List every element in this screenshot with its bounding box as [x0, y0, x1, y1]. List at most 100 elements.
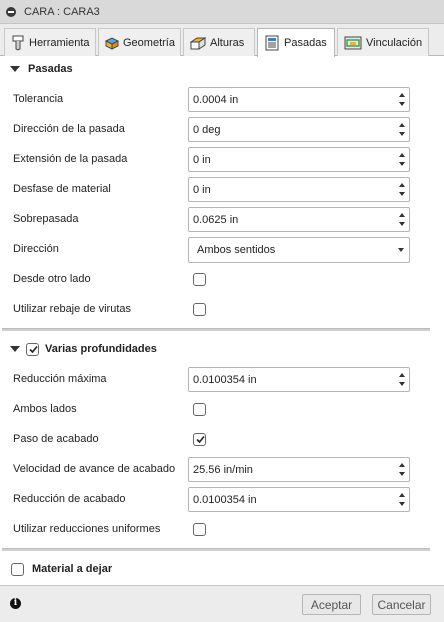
row-tolerancia: Tolerancia	[0, 85, 444, 115]
spin-up-icon[interactable]	[399, 153, 405, 157]
row-rebaje-virutas: Utilizar rebaje de virutas	[0, 295, 444, 325]
accept-button[interactable]: Aceptar	[302, 594, 361, 615]
group-title: Material a dejar	[32, 563, 113, 575]
ambos-lados-label: Ambos lados	[13, 403, 77, 415]
spinner-arrows[interactable]	[395, 148, 409, 171]
tab-label: Geometría	[123, 36, 175, 49]
reducciones-uniformes-label: Utilizar reducciones uniformes	[13, 523, 161, 535]
tab-label: Pasadas	[284, 37, 327, 49]
reduccion-acabado-input[interactable]	[193, 492, 391, 508]
spin-up-icon[interactable]	[399, 493, 405, 497]
row-paso-acabado: Paso de acabado	[0, 425, 444, 455]
row-desfase-material: Desfase de material	[0, 175, 444, 205]
spin-down-icon[interactable]	[399, 472, 405, 476]
expand-arrow-icon[interactable]	[10, 66, 20, 72]
row-extension-pasada: Extensión de la pasada	[0, 145, 444, 175]
reduccion-maxima-label: Reducción máxima	[13, 373, 107, 385]
tab-geometria[interactable]: Geometría	[98, 28, 181, 56]
tolerancia-input[interactable]	[193, 92, 391, 108]
chevron-down-icon[interactable]	[398, 248, 404, 252]
spinner-arrows[interactable]	[395, 178, 409, 201]
spinner-arrows[interactable]	[395, 208, 409, 231]
row-sobrepasada: Sobrepasada	[0, 205, 444, 235]
direccion-value: Ambos sentidos	[197, 244, 276, 256]
spin-up-icon[interactable]	[399, 213, 405, 217]
tab-label: Vinculación	[366, 36, 423, 49]
group-material-header[interactable]: Material a dejar	[0, 557, 444, 581]
spin-up-icon[interactable]	[399, 123, 405, 127]
desde-otro-lado-checkbox[interactable]	[193, 273, 206, 286]
material-a-dejar-checkbox[interactable]	[11, 562, 24, 576]
spinner-arrows[interactable]	[395, 118, 409, 141]
passes-icon	[265, 35, 279, 51]
group-varias-header[interactable]: Varias profundidades	[0, 337, 444, 361]
window-title: CARA : CARA3	[24, 5, 100, 18]
varias-profundidades-checkbox[interactable]	[26, 342, 39, 356]
reduccion-maxima-input[interactable]	[193, 372, 391, 388]
tab-vinculacion[interactable]: Vinculación	[337, 28, 429, 56]
extension-pasada-input[interactable]	[193, 152, 391, 168]
spinner-arrows[interactable]	[395, 88, 409, 111]
tab-pasadas[interactable]: Pasadas	[257, 28, 335, 57]
spinner-arrows[interactable]	[395, 458, 409, 481]
passes-panel: Pasadas Tolerancia Dirección de la pasad…	[0, 57, 444, 585]
spinner-arrows[interactable]	[395, 488, 409, 511]
desfase-material-label: Desfase de material	[13, 183, 111, 195]
reducciones-uniformes-checkbox[interactable]	[193, 523, 206, 536]
sobrepasada-field[interactable]	[188, 207, 410, 232]
group-pasadas-header[interactable]: Pasadas	[0, 57, 444, 81]
spin-up-icon[interactable]	[399, 93, 405, 97]
direccion-pasada-input[interactable]	[193, 122, 391, 138]
tab-herramienta[interactable]: Herramienta	[4, 28, 96, 56]
velocidad-avance-field[interactable]	[188, 457, 410, 482]
tab-bar: Herramienta Geometría Alturas Pasadas Vi…	[0, 24, 444, 57]
spin-up-icon[interactable]	[399, 463, 405, 467]
geometry-icon	[105, 36, 119, 50]
info-icon[interactable]: i	[10, 598, 21, 609]
group-title: Pasadas	[28, 63, 73, 75]
spin-down-icon[interactable]	[399, 102, 405, 106]
spin-down-icon[interactable]	[399, 222, 405, 226]
spin-up-icon[interactable]	[399, 183, 405, 187]
spin-down-icon[interactable]	[399, 382, 405, 386]
spinner-arrows[interactable]	[395, 368, 409, 391]
row-reduccion-maxima: Reducción máxima	[0, 365, 444, 395]
sobrepasada-label: Sobrepasada	[13, 213, 79, 225]
row-reducciones-uniformes: Utilizar reducciones uniformes	[0, 515, 444, 545]
linking-icon	[344, 36, 362, 49]
direccion-pasada-field[interactable]	[188, 117, 410, 142]
row-ambos-lados: Ambos lados	[0, 395, 444, 425]
tolerancia-label: Tolerancia	[13, 93, 64, 105]
extension-pasada-field[interactable]	[188, 147, 410, 172]
group-divider	[2, 328, 430, 331]
row-reduccion-acabado: Reducción de acabado	[0, 485, 444, 515]
tab-alturas[interactable]: Alturas	[183, 28, 255, 56]
desfase-material-input[interactable]	[193, 182, 391, 198]
cancel-button[interactable]: Cancelar	[372, 594, 431, 615]
velocidad-avance-input[interactable]	[193, 462, 391, 478]
spin-down-icon[interactable]	[399, 162, 405, 166]
spin-down-icon[interactable]	[399, 192, 405, 196]
tolerancia-field[interactable]	[188, 87, 410, 112]
paso-acabado-label: Paso de acabado	[13, 433, 99, 445]
direccion-select[interactable]: Ambos sentidos	[188, 237, 410, 263]
tool-icon	[12, 35, 24, 51]
reduccion-acabado-field[interactable]	[188, 487, 410, 512]
spin-down-icon[interactable]	[399, 502, 405, 506]
row-direccion-pasada: Dirección de la pasada	[0, 115, 444, 145]
rebaje-virutas-checkbox[interactable]	[193, 303, 206, 316]
rebaje-virutas-label: Utilizar rebaje de virutas	[13, 303, 131, 315]
spin-down-icon[interactable]	[399, 132, 405, 136]
ambos-lados-checkbox[interactable]	[193, 403, 206, 416]
desfase-material-field[interactable]	[188, 177, 410, 202]
tab-label: Herramienta	[29, 36, 90, 49]
checkmark-icon	[29, 345, 38, 353]
spin-up-icon[interactable]	[399, 373, 405, 377]
heights-icon	[190, 36, 206, 50]
collapse-icon[interactable]	[6, 6, 16, 17]
expand-arrow-icon[interactable]	[10, 346, 20, 352]
paso-acabado-checkbox[interactable]	[193, 433, 206, 446]
sobrepasada-input[interactable]	[193, 212, 391, 228]
reduccion-maxima-field[interactable]	[188, 367, 410, 392]
velocidad-avance-label: Velocidad de avance de acabado	[13, 463, 176, 475]
